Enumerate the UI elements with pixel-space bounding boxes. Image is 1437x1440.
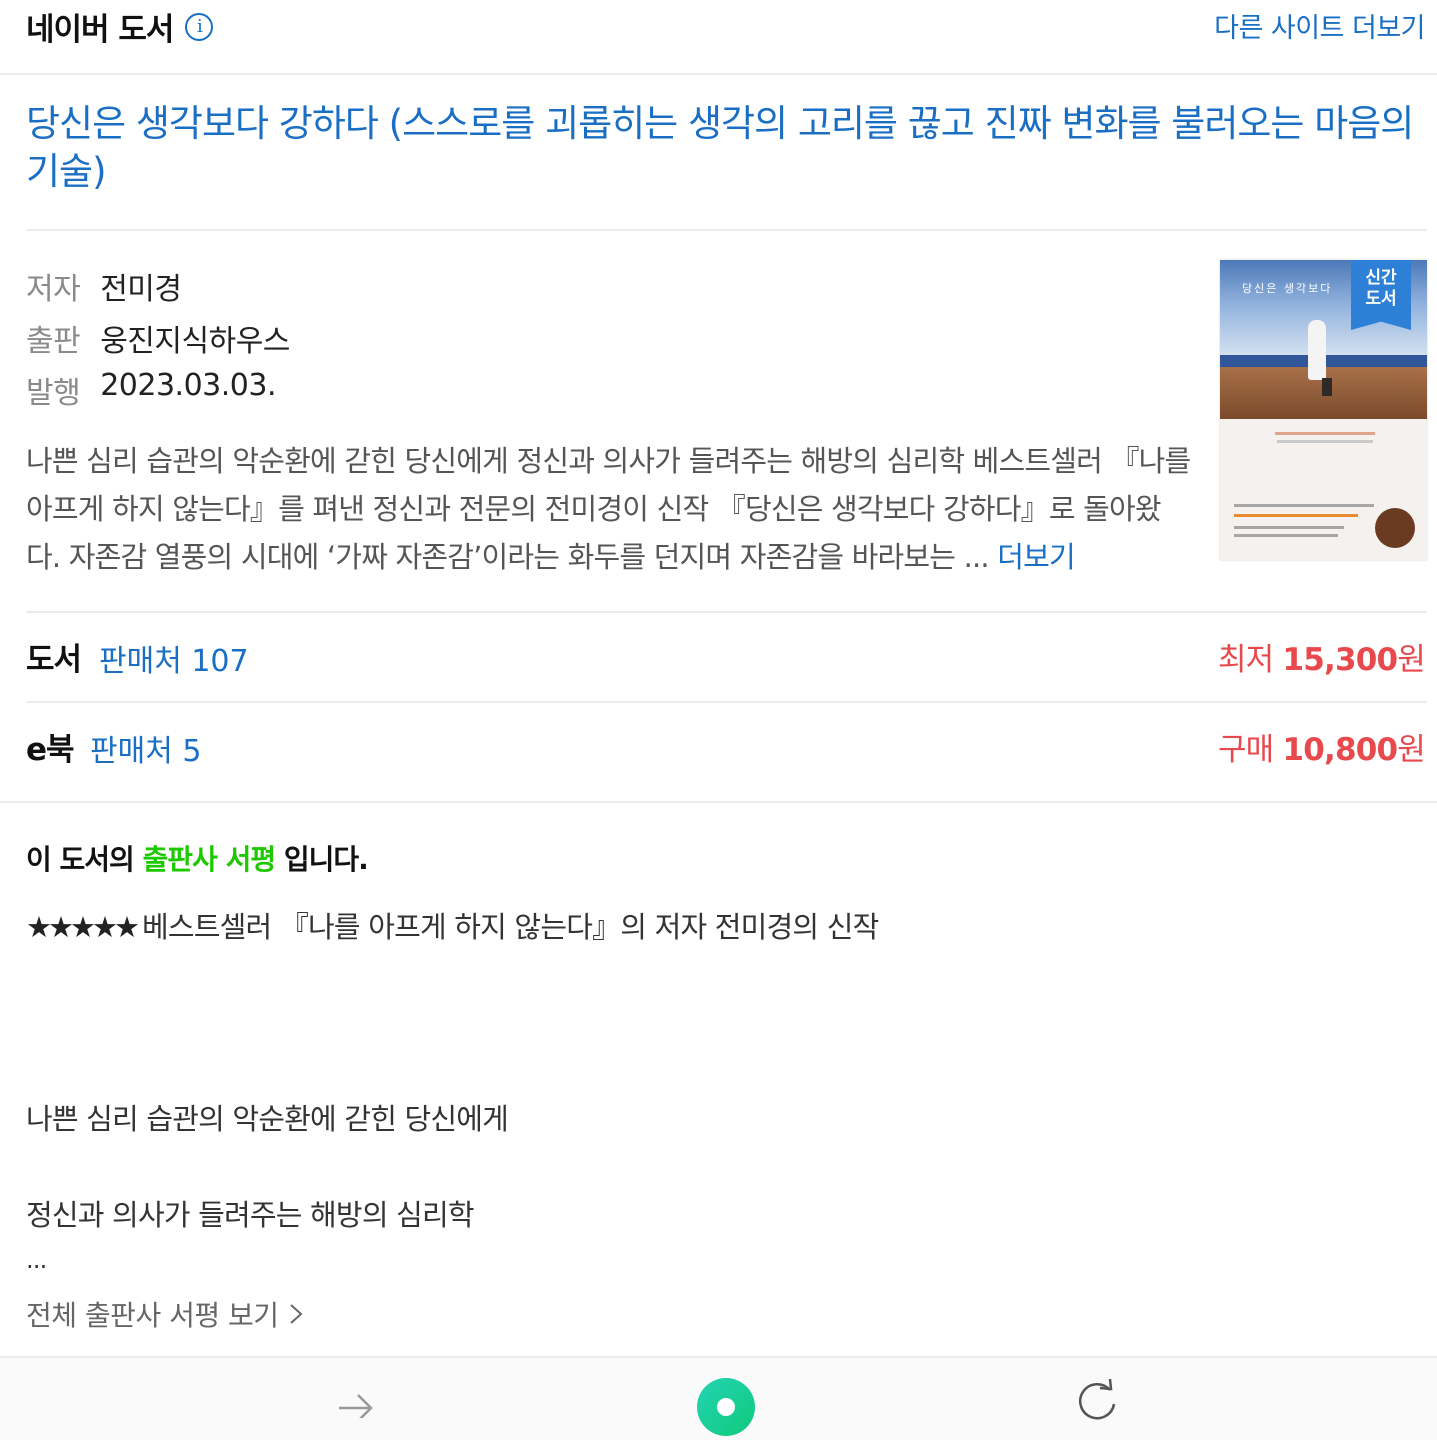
new-book-badge: 신간 도서	[1351, 260, 1411, 330]
date-label: 발행	[26, 376, 81, 411]
book-title[interactable]: 당신은 생각보다 강하다 (스스로를 괴롭히는 생각의 고리를 끊고 진짜 변화…	[26, 100, 1421, 196]
review-line: 정신과 의사가 들려주는 해방의 심리학	[26, 1198, 475, 1232]
naver-home-icon[interactable]	[697, 1378, 755, 1436]
ebook-price-row[interactable]: e북 판매처 5 구매 10,800원	[0, 702, 1437, 792]
review-head-highlight: 출판사 서평	[142, 843, 277, 876]
header: 네이버 도서 i 다른 사이트 더보기	[0, 0, 1437, 75]
review-head-post: 입니다.	[275, 843, 369, 876]
review-heading: 이 도서의 출판사 서평 입니다.	[26, 838, 369, 878]
date-row: 발행 2023.03.03.	[26, 368, 277, 412]
reload-icon[interactable]	[1076, 1378, 1120, 1422]
description-more-link[interactable]: 더보기	[997, 540, 1075, 574]
arrow-right-icon[interactable]	[336, 1378, 376, 1418]
star-rating: ★★★★★	[26, 910, 140, 944]
info-icon[interactable]: i	[185, 12, 214, 41]
date-value: 2023.03.03.	[100, 368, 277, 403]
book-label: 도서	[26, 642, 82, 678]
book-stores-link[interactable]: 판매처 107	[99, 636, 249, 680]
cover-text	[1234, 534, 1338, 537]
brand-title: 네이버 도서	[26, 12, 174, 48]
publisher-row: 출판 웅진지식하우스	[26, 316, 290, 360]
publisher-label: 출판	[26, 324, 81, 359]
review-line: 나쁜 심리 습관의 악순환에 갇힌 당신에게	[26, 1102, 509, 1136]
review-line: ★★★★★ 베스트셀러 『나를 아프게 하지 않는다』의 저자 전미경의 신작	[26, 904, 879, 946]
cover-line	[1277, 440, 1373, 443]
review-line-text: 베스트셀러 『나를 아프게 하지 않는다』의 저자 전미경의 신작	[142, 910, 879, 944]
cover-text	[1234, 504, 1374, 507]
book-price-row[interactable]: 도서 판매처 107 최저 15,300원	[0, 612, 1437, 702]
ebook-price-currency: 원	[1397, 732, 1426, 768]
book-price-prefix: 최저	[1217, 642, 1283, 678]
full-review-link[interactable]: 전체 출판사 서평 보기	[26, 1294, 303, 1334]
author-value: 전미경	[100, 272, 182, 307]
divider	[26, 229, 1427, 231]
book-price-value: 15,300	[1282, 642, 1398, 678]
review-head-pre: 이 도서의	[26, 843, 143, 876]
ebook-label: e북	[26, 732, 75, 768]
ebook-price[interactable]: 구매 10,800원	[1217, 724, 1426, 769]
publisher-value: 웅진지식하우스	[100, 324, 290, 359]
author-label: 저자	[26, 272, 81, 307]
review-ellipsis: ...	[26, 1246, 47, 1274]
section-divider	[0, 801, 1437, 803]
full-review-label: 전체 출판사 서평 보기	[26, 1299, 279, 1332]
ebook-stores-link[interactable]: 판매처 5	[90, 726, 201, 770]
author-row: 저자 전미경	[26, 264, 182, 308]
cover-title: 당신은 생각보다	[1242, 282, 1333, 295]
ebook-price-prefix: 구매	[1217, 732, 1283, 768]
cover-suitcase	[1322, 378, 1332, 396]
brand: 네이버 도서 i	[26, 4, 214, 49]
cover-line	[1275, 432, 1375, 435]
book-description: 나쁜 심리 습관의 악순환에 갇힌 당신에게 정신과 의사가 들려주는 해방의 …	[26, 437, 1191, 581]
cover-text	[1234, 514, 1358, 517]
cover-figure	[1308, 320, 1326, 380]
more-sites-link[interactable]: 다른 사이트 더보기	[1214, 6, 1425, 45]
book-price-currency: 원	[1397, 642, 1426, 678]
book-price[interactable]: 최저 15,300원	[1217, 634, 1426, 679]
cover-seal	[1375, 508, 1415, 548]
book-cover[interactable]: 당신은 생각보다 신간 도서	[1220, 260, 1427, 560]
cover-text	[1234, 526, 1344, 529]
bottom-toolbar	[0, 1356, 1437, 1440]
ebook-price-value: 10,800	[1282, 732, 1398, 768]
chevron-right-icon	[289, 1304, 303, 1324]
